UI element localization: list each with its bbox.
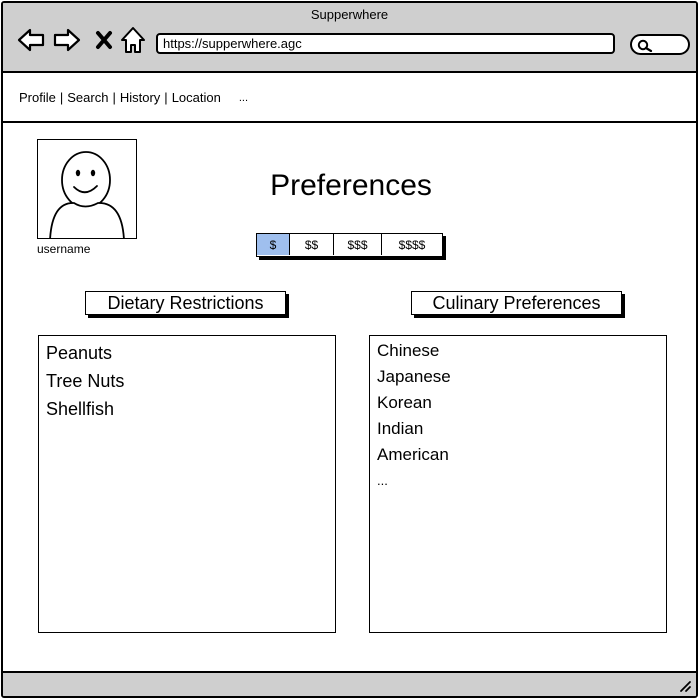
- list-item[interactable]: Chinese: [377, 338, 666, 364]
- menu-separator: |: [59, 90, 64, 105]
- home-button[interactable]: [119, 25, 147, 55]
- main-content: username Preferences $ $$ $$$ $$$$ Dieta…: [3, 125, 696, 673]
- list-item[interactable]: Japanese: [377, 364, 666, 390]
- menu-item-location[interactable]: Location: [172, 90, 221, 105]
- menu-item-profile[interactable]: Profile: [19, 90, 56, 105]
- price-range-selector: $ $$ $$$ $$$$: [256, 233, 443, 257]
- culinary-preferences-list: Chinese Japanese Korean Indian American …: [370, 336, 666, 494]
- home-icon: [121, 27, 145, 53]
- browser-search-button[interactable]: [630, 34, 690, 55]
- window-title: Supperwhere: [310, 7, 389, 22]
- culinary-preferences-list-box[interactable]: Chinese Japanese Korean Indian American …: [369, 335, 667, 633]
- menu-separator: |: [164, 90, 168, 105]
- page-title: Preferences: [270, 169, 432, 202]
- price-option-4[interactable]: $$$$: [382, 234, 442, 255]
- list-item[interactable]: American: [377, 442, 666, 468]
- url-input[interactable]: [156, 33, 615, 54]
- menu-separator: |: [112, 90, 116, 105]
- user-avatar-icon: [49, 151, 125, 238]
- price-option-1[interactable]: $: [257, 234, 290, 255]
- menu-item-history[interactable]: History: [120, 90, 160, 105]
- browser-window: Supperwhere https://supperwhere.agc Prof…: [1, 1, 698, 698]
- search-icon: [637, 39, 653, 52]
- status-bar: [3, 671, 696, 696]
- dietary-restrictions-list: Peanuts Tree Nuts Shellfish: [39, 336, 335, 424]
- resize-grip-icon[interactable]: [678, 679, 692, 693]
- nav-menu: Profile | Search | History | Location ..…: [19, 90, 248, 105]
- arrow-left-icon: [17, 28, 45, 52]
- close-x-icon: [96, 31, 112, 49]
- culinary-preferences-button[interactable]: Culinary Preferences: [411, 291, 622, 315]
- username-label: username: [37, 242, 91, 256]
- stop-button[interactable]: [90, 25, 118, 55]
- list-item[interactable]: Tree Nuts: [46, 368, 335, 396]
- back-button[interactable]: [17, 25, 45, 55]
- nav-menu-bar: Profile | Search | History | Location ..…: [3, 73, 696, 123]
- menu-item-search[interactable]: Search: [67, 90, 108, 105]
- forward-button[interactable]: [53, 25, 81, 55]
- avatar[interactable]: [37, 139, 137, 239]
- list-more[interactable]: ...: [377, 468, 666, 494]
- arrow-right-icon: [53, 28, 81, 52]
- list-item[interactable]: Indian: [377, 416, 666, 442]
- list-item[interactable]: Shellfish: [46, 396, 335, 424]
- list-item[interactable]: Peanuts: [46, 340, 335, 368]
- title-bar: Supperwhere: [3, 3, 696, 73]
- price-option-2[interactable]: $$: [290, 234, 334, 255]
- dietary-restrictions-list-box[interactable]: Peanuts Tree Nuts Shellfish: [38, 335, 336, 633]
- menu-more[interactable]: ...: [239, 92, 248, 104]
- dietary-restrictions-button[interactable]: Dietary Restrictions: [85, 291, 286, 315]
- list-item[interactable]: Korean: [377, 390, 666, 416]
- price-option-3[interactable]: $$$: [334, 234, 382, 255]
